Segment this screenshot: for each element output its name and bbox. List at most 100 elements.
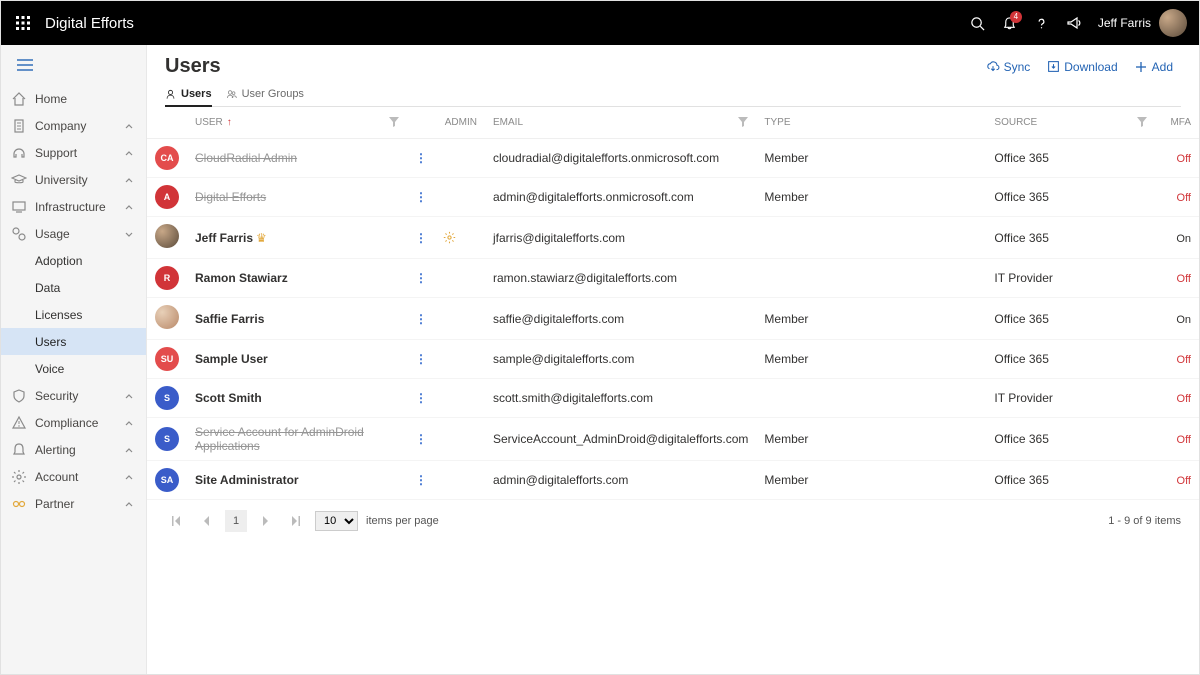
- sidebar-item-partner[interactable]: Partner: [1, 490, 146, 517]
- tab-user-groups[interactable]: User Groups: [226, 84, 304, 106]
- main-content: Users Sync Download Add UsersUser Groups: [147, 45, 1199, 674]
- sidebar-item-home[interactable]: Home: [1, 85, 146, 112]
- sidebar-item-usage[interactable]: Usage: [1, 220, 146, 247]
- filter-icon[interactable]: [1137, 117, 1147, 127]
- app-launcher-icon[interactable]: [9, 9, 37, 37]
- user-menu[interactable]: Jeff Farris: [1098, 9, 1187, 37]
- email-cell: admin@digitalefforts.com: [485, 461, 756, 500]
- row-actions-icon[interactable]: ⋮: [415, 231, 427, 245]
- sidebar-item-infrastructure[interactable]: Infrastructure: [1, 193, 146, 220]
- grad-cap-icon: [11, 172, 27, 188]
- row-actions-icon[interactable]: ⋮: [415, 432, 427, 446]
- sidebar-subitem-users[interactable]: Users: [1, 328, 146, 355]
- source-cell: IT Provider: [986, 259, 1155, 298]
- filter-icon[interactable]: [389, 117, 399, 127]
- user-name: Jeff Farris: [195, 231, 253, 245]
- chevron-up-icon: [124, 418, 136, 428]
- type-cell: Member: [756, 178, 986, 217]
- sidebar-item-university[interactable]: University: [1, 166, 146, 193]
- pager-current-page[interactable]: 1: [225, 510, 247, 532]
- chart-icon: [11, 226, 27, 242]
- pager-next[interactable]: [255, 510, 277, 532]
- col-source[interactable]: Source: [986, 107, 1155, 139]
- avatar: [155, 224, 179, 248]
- row-actions-icon[interactable]: ⋮: [415, 352, 427, 366]
- sidebar-item-company[interactable]: Company: [1, 112, 146, 139]
- search-icon[interactable]: [962, 7, 994, 39]
- row-actions-icon[interactable]: ⋮: [415, 473, 427, 487]
- email-cell: ramon.stawiarz@digitalefforts.com: [485, 259, 756, 298]
- sidebar-item-alerting[interactable]: Alerting: [1, 436, 146, 463]
- table-row[interactable]: SUSample User⋮sample@digitalefforts.comM…: [147, 340, 1199, 379]
- user-name: Service Account for AdminDroid Applicati…: [195, 425, 364, 453]
- tab-label: Users: [181, 88, 212, 100]
- user-name: Scott Smith: [195, 391, 262, 405]
- pager-last[interactable]: [285, 510, 307, 532]
- row-actions-icon[interactable]: ⋮: [415, 391, 427, 405]
- sidebar-subitem-adoption[interactable]: Adoption: [1, 247, 146, 274]
- table-row[interactable]: RRamon Stawiarz⋮ramon.stawiarz@digitalef…: [147, 259, 1199, 298]
- user-icon: [165, 89, 176, 100]
- sidebar-item-label: Account: [35, 470, 124, 484]
- mfa-status: Off: [1177, 393, 1191, 405]
- notification-badge: 4: [1010, 11, 1022, 23]
- monitor-icon: [11, 199, 27, 215]
- chevron-up-icon: [124, 472, 136, 482]
- mfa-status: On: [1176, 314, 1191, 326]
- row-actions-icon[interactable]: ⋮: [415, 271, 427, 285]
- sidebar-item-support[interactable]: Support: [1, 139, 146, 166]
- col-type[interactable]: Type: [756, 107, 986, 139]
- sidebar-subitem-data[interactable]: Data: [1, 274, 146, 301]
- col-user[interactable]: User↑: [187, 107, 407, 139]
- sync-button[interactable]: Sync: [978, 56, 1039, 78]
- table-row[interactable]: SService Account for AdminDroid Applicat…: [147, 418, 1199, 461]
- mfa-status: Off: [1177, 273, 1191, 285]
- table-row[interactable]: CACloudRadial Admin⋮cloudradial@digitale…: [147, 139, 1199, 178]
- row-actions-icon[interactable]: ⋮: [415, 190, 427, 204]
- add-button[interactable]: Add: [1126, 56, 1181, 78]
- notifications-icon[interactable]: 4: [994, 7, 1026, 39]
- email-cell: sample@digitalefforts.com: [485, 340, 756, 379]
- sidebar-subitem-voice[interactable]: Voice: [1, 355, 146, 382]
- table-row[interactable]: Jeff Farris♛⋮jfarris@digitalefforts.comO…: [147, 217, 1199, 259]
- megaphone-icon[interactable]: [1058, 7, 1090, 39]
- row-actions-icon[interactable]: ⋮: [415, 151, 427, 165]
- chevron-up-icon: [124, 121, 136, 131]
- row-actions-icon[interactable]: ⋮: [415, 312, 427, 326]
- chevron-down-icon: [124, 229, 136, 239]
- table-row[interactable]: SScott Smith⋮scott.smith@digitalefforts.…: [147, 379, 1199, 418]
- tab-label: User Groups: [242, 88, 304, 100]
- table-row[interactable]: Saffie Farris⋮saffie@digitalefforts.comM…: [147, 298, 1199, 340]
- sidebar-item-compliance[interactable]: Compliance: [1, 409, 146, 436]
- link-icon: [11, 496, 27, 512]
- table-row[interactable]: SASite Administrator⋮admin@digitaleffort…: [147, 461, 1199, 500]
- user-name: Site Administrator: [195, 473, 299, 487]
- sidebar-item-label: Support: [35, 146, 124, 160]
- crown-icon: ♛: [256, 231, 267, 245]
- add-label: Add: [1152, 60, 1173, 74]
- help-icon[interactable]: [1026, 7, 1058, 39]
- mfa-status: Off: [1177, 475, 1191, 487]
- sidebar: Home Company Support UniversityInfrastructu…: [1, 45, 147, 674]
- chevron-up-icon: [124, 499, 136, 509]
- filter-icon[interactable]: [738, 117, 748, 127]
- pager-prev[interactable]: [195, 510, 217, 532]
- type-cell: Member: [756, 340, 986, 379]
- col-mfa[interactable]: MFA: [1155, 107, 1199, 139]
- sidebar-item-label: Company: [35, 119, 124, 133]
- col-admin[interactable]: Admin: [435, 107, 485, 139]
- pager-first[interactable]: [165, 510, 187, 532]
- download-button[interactable]: Download: [1038, 56, 1125, 78]
- avatar: R: [155, 266, 179, 290]
- pager-page-size[interactable]: 10: [315, 511, 358, 531]
- chevron-up-icon: [124, 175, 136, 185]
- col-email[interactable]: Email: [485, 107, 756, 139]
- sidebar-item-security[interactable]: Security: [1, 382, 146, 409]
- table-row[interactable]: ADigital Efforts⋮admin@digitalefforts.on…: [147, 178, 1199, 217]
- sidebar-toggle[interactable]: [1, 45, 146, 85]
- user-name: CloudRadial Admin: [195, 151, 297, 165]
- sidebar-item-label: Usage: [35, 227, 124, 241]
- sidebar-item-account[interactable]: Account: [1, 463, 146, 490]
- sidebar-subitem-licenses[interactable]: Licenses: [1, 301, 146, 328]
- tab-users[interactable]: Users: [165, 84, 212, 106]
